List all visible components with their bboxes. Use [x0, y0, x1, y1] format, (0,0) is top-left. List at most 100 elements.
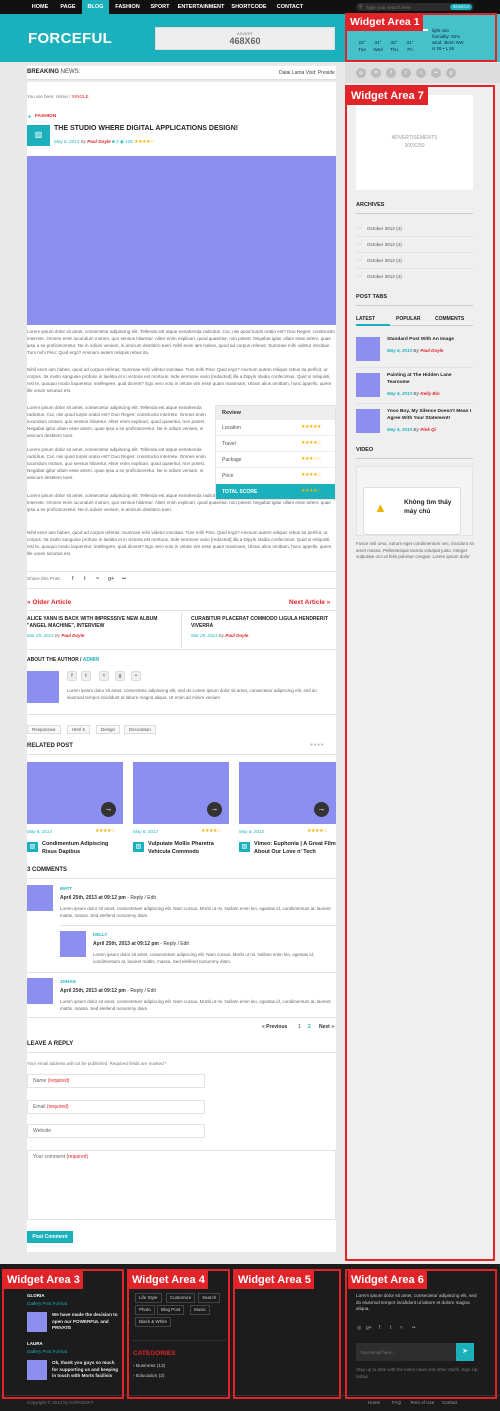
google-plus-icon[interactable]: g: [115, 671, 125, 681]
review-header: Review: [216, 406, 335, 420]
comment-meta: April 25th, 2013 at 09:12 pm - Reply / E…: [60, 895, 156, 901]
facebook-icon[interactable]: f: [67, 671, 77, 681]
nav-contact[interactable]: CONTACT: [272, 0, 308, 14]
carousel-dots[interactable]: ●●●●: [310, 742, 324, 748]
comment-count[interactable]: 2: [116, 139, 119, 144]
related-post-link[interactable]: Condimentum Adipiscing Risus Dapibus: [42, 841, 122, 856]
related-post-date: May 6, 2013: [27, 829, 52, 834]
review-total: TOTAL SCORE ★★★★☆: [216, 484, 335, 499]
review-row-stars: ★★★☆☆: [301, 456, 321, 462]
rss-icon[interactable]: ≈: [99, 671, 109, 681]
eye-icon: ◉: [119, 139, 124, 144]
article-title: THE STUDIO WHERE DIGITAL APPLICATIONS DE…: [54, 125, 239, 132]
pagination-page[interactable]: 1: [298, 1024, 301, 1030]
pagination-next[interactable]: Next »: [319, 1024, 334, 1030]
review-row-label: Travel: [222, 441, 236, 447]
older-article-meta: Mar 29, 2013 By Paul Doyle: [27, 633, 85, 638]
tag-link[interactable]: Html 5: [67, 725, 91, 734]
site-logo[interactable]: FORCEFUL: [28, 30, 112, 47]
related-post-rating: ★★★★☆: [201, 828, 221, 834]
comment-author[interactable]: MATT: [60, 886, 72, 891]
pinterest-icon[interactable]: ℗: [371, 68, 381, 78]
twitter-icon[interactable]: t: [81, 671, 91, 681]
review-title: Review: [222, 410, 241, 416]
footer-link-faq[interactable]: FAQ: [392, 1400, 401, 1405]
post-comment-button[interactable]: Post Comment: [27, 1231, 73, 1243]
flickr-icon[interactable]: •: [131, 671, 141, 681]
nav-home[interactable]: HOME: [26, 0, 54, 14]
review-row: Location ★★★★★: [216, 420, 335, 436]
header-advert[interactable]: ADVERT 468X60: [155, 27, 335, 50]
review-row-label: Location: [222, 425, 241, 431]
widget-area-4-label: Widget Area 4: [129, 1271, 208, 1289]
flickr-share-icon[interactable]: ••: [122, 576, 126, 582]
nav-page[interactable]: PAGE: [55, 0, 81, 14]
pagination-prev[interactable]: « Previous: [262, 1024, 287, 1030]
nav-fashion[interactable]: FASHION: [110, 0, 145, 14]
twitter-share-icon[interactable]: t: [84, 576, 86, 582]
article-author[interactable]: Paul Doyle: [87, 139, 111, 144]
divider: [27, 1052, 336, 1053]
divider: [60, 925, 336, 926]
related-post-link[interactable]: Vulputate Mollis Pharetra Vehicula Commo…: [148, 841, 230, 856]
rss-share-icon[interactable]: ≈: [96, 576, 99, 582]
next-article-link[interactable]: Next Article »: [289, 599, 330, 606]
older-article-title[interactable]: ALICE YANN IS BACK WITH IMPRESSIVE NEW A…: [27, 616, 175, 630]
older-article-link[interactable]: « Older Article: [27, 599, 71, 606]
related-post-rating: ★★★★☆: [95, 828, 115, 834]
comment-textarea[interactable]: Your comment (required): [27, 1150, 336, 1220]
footer-link-terms[interactable]: Term of Use: [410, 1400, 434, 1405]
comment-actions[interactable]: - Reply / Edit: [127, 895, 156, 901]
review-row: Package ★★★☆☆: [216, 452, 335, 468]
facebook-icon[interactable]: f: [386, 68, 396, 78]
website-field[interactable]: Website: [27, 1124, 205, 1138]
tag-link[interactable]: Decoration: [124, 725, 156, 734]
footer-link-home[interactable]: Home: [368, 1400, 380, 1405]
comment-text: Lorem ipsum dolor sit amet, consectetuer…: [60, 999, 331, 1011]
bullet-icon: ●: [28, 114, 32, 120]
dribbble-icon[interactable]: ◎: [356, 68, 366, 78]
tag-link[interactable]: Responsive: [27, 725, 61, 734]
search-icon: ⚲: [359, 4, 363, 10]
next-article-title[interactable]: CURABITUR PLACERAT COMMODO LIGULA HENDRE…: [191, 616, 331, 630]
arrow-right-icon[interactable]: →: [101, 802, 116, 817]
arrow-right-icon[interactable]: →: [314, 802, 329, 817]
comment-actions[interactable]: - Reply / Edit: [160, 941, 189, 947]
review-box: Review Location ★★★★★ Travel ★★★★☆ Packa…: [215, 405, 336, 500]
related-post-title: RELATED POST: [27, 743, 73, 749]
comment-actions[interactable]: - Reply / Edit: [127, 988, 156, 994]
google-plus-icon[interactable]: g: [446, 68, 456, 78]
comment-author[interactable]: JOHAN: [60, 979, 76, 984]
view-count: 125: [125, 139, 133, 144]
search-button[interactable]: SEARCH: [450, 4, 472, 10]
comment-text: Lorem ipsum dolor sit amet, consectetuer…: [60, 906, 331, 918]
breaking-ticker[interactable]: Dalai Lama Visit: Preside: [279, 70, 335, 76]
comment-author[interactable]: KELLY: [93, 932, 107, 937]
related-post-date: May 6, 2013: [133, 829, 158, 834]
review-row: Travel ★★★★☆: [216, 436, 335, 452]
twitter-icon[interactable]: t: [401, 68, 411, 78]
article-rating: ★★★★☆: [134, 139, 155, 145]
email-field[interactable]: Email (required): [27, 1100, 205, 1114]
tag-link[interactable]: Design: [96, 725, 121, 734]
name-field[interactable]: Name (required): [27, 1074, 205, 1088]
article-category[interactable]: FASHION: [35, 114, 56, 119]
related-post-link[interactable]: Vimeo: Euphonia | A Great Film About Our…: [254, 841, 336, 856]
arrow-right-icon[interactable]: →: [207, 802, 222, 817]
google-plus-share-icon[interactable]: g+: [108, 576, 114, 582]
rss-icon[interactable]: ≈: [416, 68, 426, 78]
facebook-share-icon[interactable]: f: [72, 576, 74, 582]
search-input[interactable]: [366, 3, 446, 11]
nav-shortcode[interactable]: SHORTCODE: [228, 0, 270, 14]
flickr-icon[interactable]: ••: [431, 68, 441, 78]
nav-sport[interactable]: SPORT: [146, 0, 174, 14]
nav-blog[interactable]: BLOG: [82, 0, 109, 14]
review-row-stars: ★★★★★: [301, 424, 321, 430]
review-row-stars: ★★★★☆: [301, 472, 321, 478]
widget-area-3-label: Widget Area 3: [4, 1271, 83, 1289]
widget-area-5-label: Widget Area 5: [235, 1271, 314, 1289]
footer-link-contact[interactable]: Contact: [442, 1400, 458, 1405]
nav-entertainment[interactable]: ENTERTAINMENT: [175, 0, 227, 14]
comments-title: 3 COMMENTS: [27, 867, 68, 873]
comment-icon: ■: [112, 139, 115, 144]
